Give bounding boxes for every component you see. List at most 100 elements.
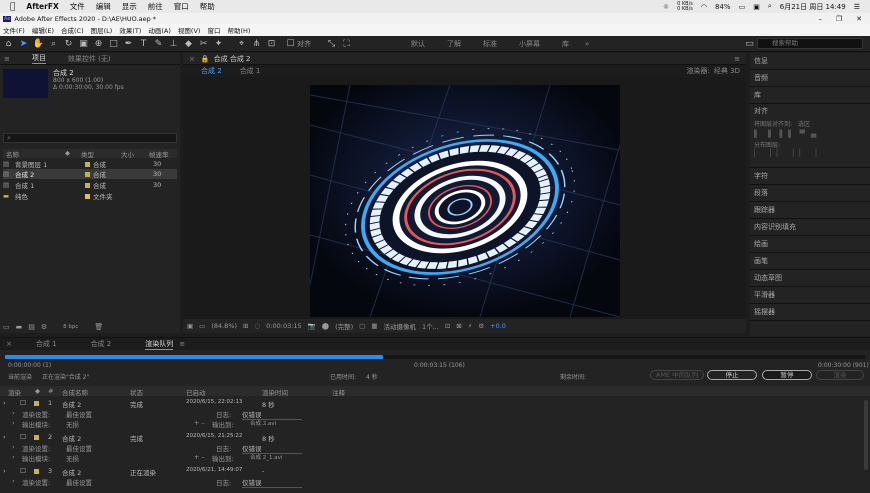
magnification-value[interactable]: (84.8%) — [211, 322, 237, 330]
clock[interactable]: 6月21日 周日 14:49 — [780, 2, 846, 12]
type-tool-icon[interactable]: T — [137, 38, 150, 50]
clone-tool-icon[interactable]: ⊥ — [167, 38, 180, 50]
tab-effect-controls[interactable]: 效果控件 (无) — [68, 54, 111, 64]
panel-menu-icon[interactable]: ≡ — [4, 55, 10, 63]
workspace-menu-icon[interactable]: » — [585, 40, 589, 48]
align-to-value[interactable]: 选区 — [798, 121, 810, 128]
expand-icon[interactable]: › — [3, 467, 6, 475]
align-checkbox[interactable]: ☐ — [284, 38, 297, 50]
output-value[interactable]: 合成 2_1.avi — [250, 453, 282, 461]
rectangle-tool-icon[interactable]: □ — [107, 38, 120, 50]
close-tab-icon[interactable]: × — [6, 340, 12, 348]
panel-paint[interactable]: 绘画 — [750, 236, 870, 253]
workspace-small[interactable]: 小屏幕 — [519, 39, 540, 49]
mac-menu-view[interactable]: 显示 — [122, 1, 137, 12]
project-search-input[interactable]: ⌕ — [3, 133, 177, 143]
workspace-learn[interactable]: 了解 — [447, 39, 461, 49]
tab-timeline-comp-2[interactable]: 合成 2 — [91, 339, 112, 349]
comp-menu-icon[interactable]: ≡ — [734, 55, 740, 63]
project-item[interactable]: ▤ 背景图层 1 合成 30 — [3, 159, 177, 169]
menu-list-icon[interactable]: ☰ — [854, 3, 860, 11]
menu-composition[interactable]: 合成(C) — [61, 25, 84, 35]
minimize-button[interactable]: – — [818, 15, 822, 23]
resolution-value[interactable]: (完整) — [335, 321, 353, 331]
log-value[interactable]: 仅错误 — [242, 477, 302, 488]
close-button[interactable]: ✕ — [856, 15, 862, 23]
ame-queue-button[interactable]: AME 中的队列 — [650, 370, 704, 380]
expand-icon[interactable]: › — [12, 453, 15, 461]
menu-file[interactable]: 文件(F) — [3, 25, 25, 35]
transparency-icon[interactable]: ▦ — [371, 322, 377, 330]
snapshot-icon[interactable]: 📷 — [308, 322, 316, 330]
menu-layer[interactable]: 图层(L) — [91, 25, 113, 35]
panel-info[interactable]: 信息 — [750, 53, 870, 70]
panel-audio[interactable]: 音频 — [750, 70, 870, 87]
menu-view[interactable]: 视图(V) — [178, 25, 201, 35]
column-comment[interactable]: 注释 — [332, 387, 345, 397]
settings-value[interactable]: 最佳设置 — [66, 477, 92, 487]
roto-tool-icon[interactable]: ✂ — [197, 38, 210, 50]
reset-exposure-icon[interactable]: ⚙ — [478, 322, 484, 330]
exposure-value[interactable]: +0.0 — [490, 322, 506, 330]
panel-tracker[interactable]: 跟踪器 — [750, 202, 870, 219]
camera-view-value[interactable]: 活动摄像机 — [383, 321, 416, 331]
axis-icon[interactable]: ⌖ — [235, 38, 248, 50]
wifi-icon[interactable]: ◠ — [701, 3, 707, 11]
expand-icon[interactable]: › — [12, 443, 15, 451]
app-name[interactable]: AfterFX — [26, 2, 58, 11]
panel-brushes[interactable]: 画笔 — [750, 253, 870, 270]
delete-icon[interactable]: 🗑 — [94, 323, 103, 331]
snap-icon[interactable]: ⤡ — [325, 38, 338, 50]
module-value[interactable]: 无损 — [66, 453, 79, 463]
queue-scrollbar[interactable] — [864, 400, 868, 470]
panel-paragraph[interactable]: 段落 — [750, 185, 870, 202]
mac-menu-edit[interactable]: 编辑 — [96, 1, 111, 12]
tab-project[interactable]: 项目 — [31, 53, 46, 64]
pen-tool-icon[interactable]: ✒ — [122, 38, 135, 50]
menu-window[interactable]: 窗口 — [207, 25, 220, 35]
mac-menu-help[interactable]: 帮助 — [200, 1, 215, 12]
menu-effect[interactable]: 效果(T) — [119, 25, 141, 35]
world-axis-icon[interactable]: ⋔ — [250, 38, 263, 50]
align-title[interactable]: 对齐 — [754, 106, 866, 116]
bpc-label[interactable]: 8 bpc — [63, 324, 78, 330]
column-size[interactable]: 大小 — [121, 149, 149, 159]
expand-icon[interactable]: › — [12, 419, 15, 427]
workspace-library[interactable]: 库 — [562, 39, 569, 49]
help-search-input[interactable]: 搜索帮助 — [757, 38, 863, 49]
workspace-standard[interactable]: 标准 — [483, 39, 497, 49]
interpret-footage-icon[interactable]: ▭ — [3, 323, 10, 331]
selection-tool-icon[interactable]: ➤ — [17, 38, 30, 50]
render-checkbox[interactable]: ☐ — [20, 399, 26, 407]
expand-icon[interactable]: › — [12, 477, 15, 485]
queue-item[interactable]: › ☐ 2 合成 2 完成 2020/6/15, 21:25:22 8 秒 — [0, 433, 870, 443]
render-checkbox[interactable]: ☐ — [20, 467, 26, 475]
panel-content-aware-fill[interactable]: 内容识别填充 — [750, 219, 870, 236]
column-status[interactable]: 状态 — [130, 387, 143, 397]
apple-icon[interactable]:  — [10, 2, 15, 12]
queue-item[interactable]: › ☐ 3 合成 2 正在渲染 2020/6/21, 14:49:07 - — [0, 467, 870, 477]
output-value[interactable]: 合成 2.avi — [250, 419, 276, 427]
settings-value[interactable]: 最佳设置 — [66, 409, 92, 419]
panel-character[interactable]: 字符 — [750, 168, 870, 185]
comp-timecode[interactable]: 0:00:03:15 — [266, 322, 302, 330]
composition-canvas[interactable] — [310, 85, 620, 317]
new-folder-icon[interactable]: ▬ — [16, 323, 23, 331]
tab-render-queue[interactable]: 渲染队列 — [145, 339, 174, 350]
project-settings-icon[interactable]: ⚙ — [41, 323, 47, 331]
expand-icon[interactable]: › — [3, 433, 6, 441]
snap-grid-icon[interactable]: ⛶ — [340, 38, 353, 50]
tab-comp-2[interactable]: 合成 2 — [201, 66, 222, 76]
column-type[interactable]: 类型 — [81, 149, 121, 159]
project-item[interactable]: ▤ 合成 1 合成 30 — [3, 180, 177, 190]
maximize-button[interactable]: ❐ — [836, 15, 842, 23]
flowchart-icon[interactable]: ⊠ — [456, 322, 461, 330]
column-number[interactable]: # — [48, 387, 53, 395]
queue-item[interactable]: › ☐ 1 合成 2 完成 2020/6/15, 22:02:13 8 秒 — [0, 399, 870, 409]
module-value[interactable]: 无损 — [66, 419, 79, 429]
camera-tool-icon[interactable]: ▣ — [77, 38, 90, 50]
expand-icon[interactable]: › — [3, 399, 6, 407]
render-checkbox[interactable]: ☐ — [20, 433, 26, 441]
mac-menu-go[interactable]: 前往 — [148, 1, 163, 12]
renderer-value[interactable]: 经典 3D — [714, 66, 740, 76]
